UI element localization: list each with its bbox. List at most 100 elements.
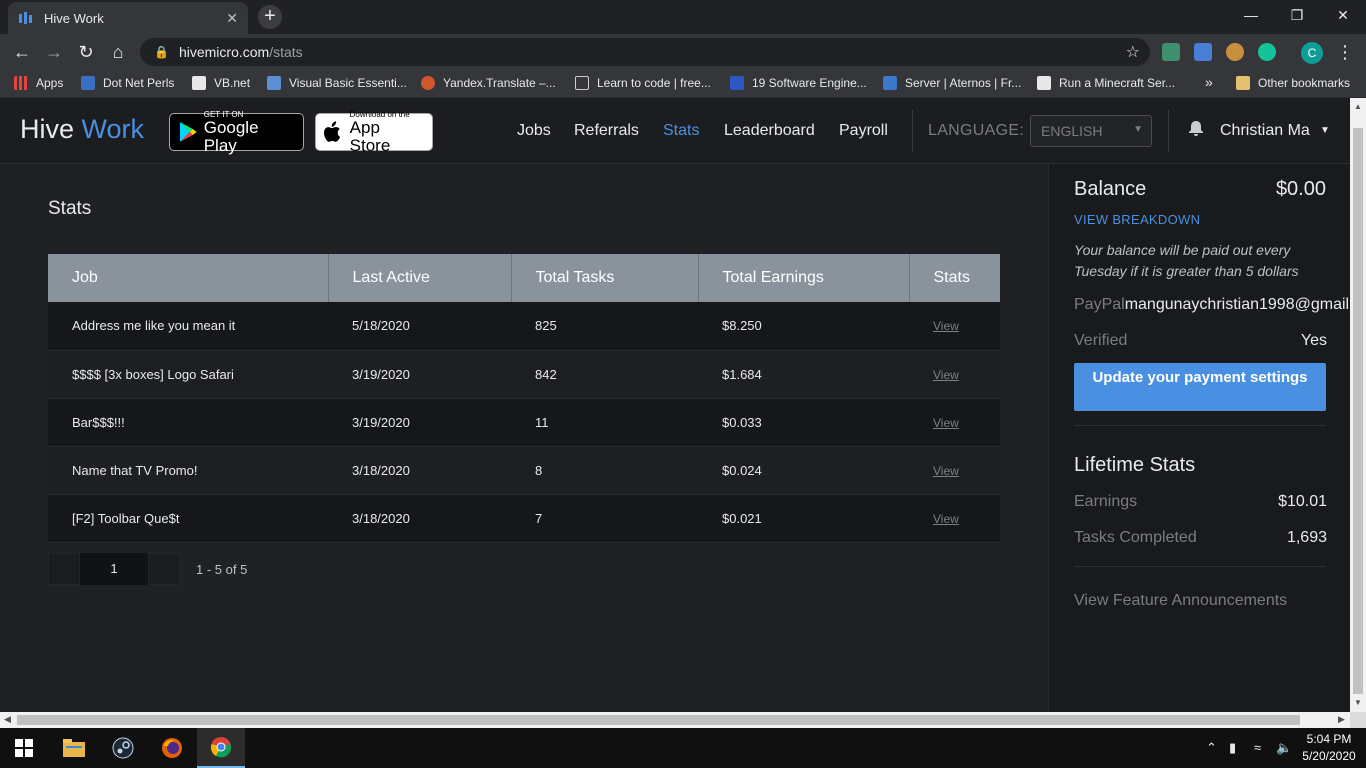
bookmark-yandex[interactable]: Yandex.Translate –... (421, 76, 556, 90)
view-link[interactable]: View (933, 319, 959, 333)
bookmark-dot-net-perls[interactable]: Dot Net Perls (81, 76, 174, 90)
scroll-right-icon[interactable]: ▶ (1338, 714, 1345, 725)
app-store-badge[interactable]: Download on the App Store (315, 110, 433, 154)
url-path: /stats (269, 44, 303, 60)
browser-tab[interactable]: Hive Work ✕ (8, 2, 248, 34)
x-favicon-icon (1037, 76, 1051, 90)
user-menu[interactable]: Christian Ma (1220, 122, 1310, 140)
view-link[interactable]: View (933, 512, 959, 526)
bookmark-freecodecamp[interactable]: Learn to code | free... (575, 76, 711, 90)
bookmark-vbnet[interactable]: VB.net (192, 76, 250, 90)
back-arrow-icon[interactable]: ← (10, 40, 34, 64)
windows-start-icon[interactable] (0, 728, 48, 768)
pagination-info: 1 - 5 of 5 (196, 562, 248, 577)
scroll-up-icon[interactable]: ▲ (1354, 102, 1362, 111)
vertical-scroll-thumb[interactable] (1353, 128, 1363, 694)
bookmark-aternos[interactable]: Server | Aternos | Fr... (883, 76, 1021, 90)
system-clock[interactable]: 5:04 PM 5/20/2020 (1294, 731, 1364, 765)
update-payment-settings-button[interactable]: Update your payment settings (1074, 363, 1326, 411)
battery-icon[interactable]: ▮ (1229, 740, 1236, 756)
extension-icon[interactable] (1162, 43, 1180, 61)
bookmark-apps[interactable]: Apps (14, 76, 63, 90)
other-bookmarks[interactable]: Other bookmarks (1236, 76, 1350, 90)
column-header-last-active[interactable]: Last Active (328, 254, 512, 302)
language-select[interactable]: ENGLISH ▼ (1030, 115, 1152, 147)
cell-stats: View (909, 302, 1000, 351)
horizontal-scroll-thumb[interactable] (17, 715, 1300, 725)
google-play-badge[interactable]: GET IT ON Google Play (169, 110, 304, 154)
forward-arrow-icon[interactable]: → (42, 40, 66, 64)
nav-payroll[interactable]: Payroll (839, 122, 888, 140)
minimize-icon[interactable]: — (1228, 0, 1274, 30)
chrome-menu-icon[interactable]: ⋮ (1336, 42, 1354, 62)
volume-icon[interactable]: 🔈 (1276, 740, 1292, 756)
header-divider (912, 110, 913, 152)
vbnet-favicon-icon (192, 76, 206, 90)
profile-avatar[interactable]: C (1301, 42, 1323, 64)
bookmark-software-engineer[interactable]: 19 Software Engine... (730, 76, 867, 90)
grammarly-extension-icon[interactable] (1258, 43, 1276, 61)
chevron-down-icon: ▼ (1133, 124, 1143, 135)
file-explorer-icon[interactable] (50, 728, 98, 768)
p-favicon-icon (730, 76, 744, 90)
restore-icon[interactable]: ❐ (1274, 0, 1320, 30)
view-feature-announcements-link[interactable]: View Feature Announcements (1074, 592, 1287, 610)
paypal-label: PayPal (1074, 296, 1125, 313)
cell-last-active: 3/18/2020 (328, 494, 511, 543)
tray-expand-icon[interactable]: ⌃ (1206, 740, 1217, 756)
bell-icon[interactable] (1188, 120, 1204, 142)
freecodecamp-favicon-icon (575, 76, 589, 90)
column-header-job[interactable]: Job (48, 254, 329, 302)
vertical-scrollbar[interactable]: ▲ ▼ (1350, 98, 1366, 712)
scroll-down-icon[interactable]: ▼ (1354, 698, 1362, 707)
reload-icon[interactable]: ↻ (74, 40, 98, 64)
steam-icon[interactable] (99, 728, 147, 768)
current-page[interactable]: 1 (80, 553, 148, 585)
translate-extension-icon[interactable] (1194, 43, 1212, 61)
user-menu-caret-icon[interactable]: ▼ (1320, 125, 1330, 136)
paypal-email: mangunaychristian1998@gmail.com (1124, 296, 1351, 313)
new-tab-button[interactable]: + (258, 5, 282, 29)
earnings-row: Earnings $10.01 (1074, 493, 1327, 511)
cell-total-earnings: $0.033 (698, 398, 909, 447)
earnings-label: Earnings (1074, 493, 1138, 510)
window-close-icon[interactable]: ✕ (1320, 0, 1366, 30)
aternos-favicon-icon (883, 76, 897, 90)
view-link[interactable]: View (933, 416, 959, 430)
bookmark-minecraft-server[interactable]: Run a Minecraft Ser... (1037, 76, 1175, 90)
firefox-icon[interactable] (148, 728, 196, 768)
chrome-taskbar-icon[interactable] (197, 728, 245, 768)
scroll-left-icon[interactable]: ◀ (4, 714, 11, 725)
verified-value: Yes (1300, 332, 1327, 349)
nav-stats[interactable]: Stats (663, 122, 699, 140)
site-header: Hive Work GET IT ON Google Play Download… (0, 98, 1350, 164)
view-link[interactable]: View (933, 464, 959, 478)
nav-leaderboard[interactable]: Leaderboard (724, 122, 815, 140)
view-breakdown-link[interactable]: VIEW BREAKDOWN (1074, 212, 1200, 227)
tab-close-icon[interactable]: ✕ (226, 10, 238, 27)
prev-page-button[interactable] (48, 553, 80, 585)
hive-work-logo[interactable]: Hive Work (20, 114, 144, 145)
view-link[interactable]: View (933, 368, 959, 382)
wifi-icon[interactable]: ≈ (1254, 740, 1261, 755)
nav-referrals[interactable]: Referrals (574, 122, 639, 140)
bookmark-star-icon[interactable]: ☆ (1126, 42, 1140, 62)
verified-row: Verified Yes (1074, 332, 1327, 350)
browser-toolbar: ← → ↻ ⌂ 🔒 hivemicro.com/stats ☆ C ⋮ (0, 34, 1366, 70)
nav-jobs[interactable]: Jobs (517, 122, 551, 140)
address-bar[interactable]: 🔒 hivemicro.com/stats ☆ (140, 38, 1150, 66)
cookie-extension-icon[interactable] (1226, 43, 1244, 61)
windows-taskbar: ⌃ ▮ ≈ 🔈 5:04 PM 5/20/2020 (0, 728, 1366, 768)
bookmark-visual-basic[interactable]: Visual Basic Essenti... (267, 76, 407, 90)
next-page-button[interactable] (148, 553, 180, 585)
table-row: Name that TV Promo! 3/18/2020 8 $0.024 V… (48, 446, 1000, 495)
bookmarks-overflow-icon[interactable]: » (1205, 74, 1213, 90)
cell-stats: View (909, 398, 1000, 447)
home-icon[interactable]: ⌂ (106, 40, 130, 64)
apps-grid-icon (14, 76, 28, 90)
column-header-total-tasks[interactable]: Total Tasks (511, 254, 699, 302)
cell-stats: View (909, 350, 1000, 399)
column-header-total-earnings[interactable]: Total Earnings (698, 254, 910, 302)
horizontal-scrollbar[interactable]: ◀ ▶ (0, 712, 1350, 728)
cell-total-tasks: 825 (511, 302, 698, 351)
